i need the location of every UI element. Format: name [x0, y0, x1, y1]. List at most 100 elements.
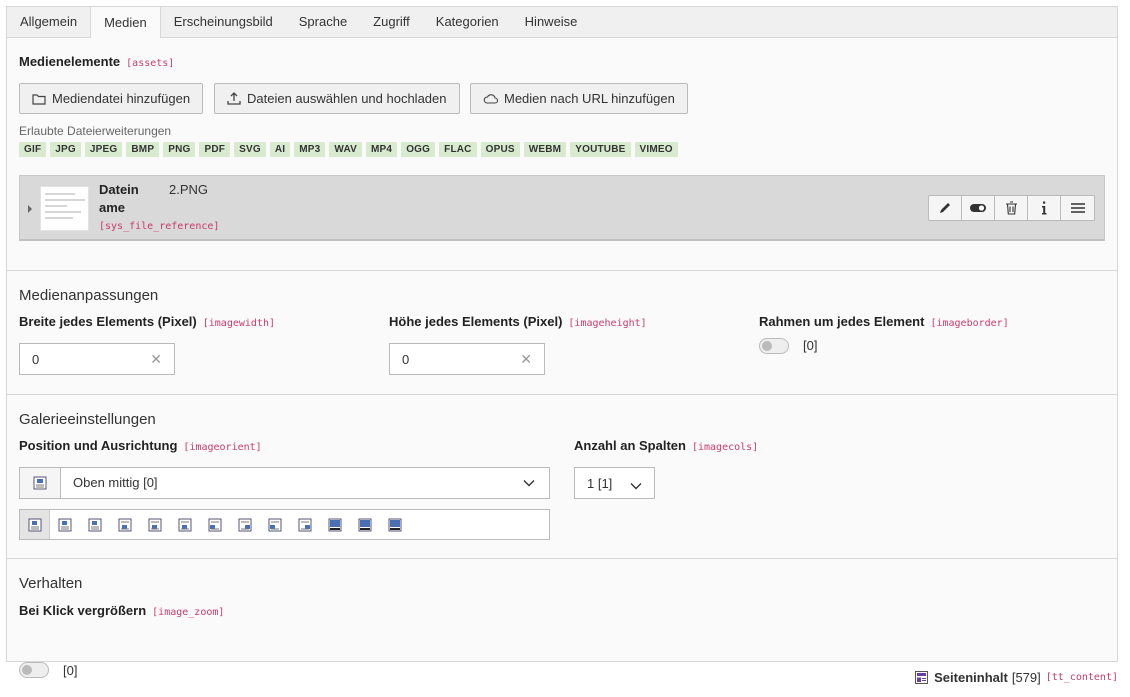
file-name-label-line1: Datein	[99, 182, 139, 197]
border-toggle-value: [0]	[803, 338, 818, 353]
gallery-settings-title: Galerieeinstellungen	[19, 411, 156, 428]
width-field-key: [imagewidth]	[202, 318, 275, 329]
toggle-visibility-button[interactable]	[962, 196, 995, 220]
zoom-label-text: Bei Klick vergrößern	[19, 603, 147, 618]
columns-field-key: [imagecols]	[691, 442, 759, 453]
position-option-icon[interactable]	[110, 510, 140, 539]
extension-badge: PNG	[163, 142, 196, 157]
add-media-by-url-button-label: Medien nach URL hinzufügen	[504, 91, 675, 106]
info-button[interactable]	[1028, 196, 1061, 220]
extension-badge: MP3	[294, 142, 326, 157]
extension-badge: OPUS	[480, 142, 520, 157]
upload-files-button[interactable]: Dateien auswählen und hochladen	[214, 83, 460, 114]
edit-button[interactable]	[929, 196, 962, 220]
tab-allgemein[interactable]: Allgemein	[7, 7, 90, 37]
section-behaviour: Verhalten Bei Klick vergrößern [image_zoo…	[7, 559, 1117, 678]
file-reference-row[interactable]: Datein ame 2.PNG [sys_file_reference]	[19, 175, 1105, 241]
position-label-text: Position und Ausrichtung	[19, 438, 178, 453]
expand-caret-icon[interactable]	[28, 205, 32, 213]
file-thumbnail	[40, 186, 89, 231]
position-preview-icon	[20, 468, 61, 498]
width-label: Breite jedes Elements (Pixel) [imagewidth…	[19, 314, 275, 329]
tab-erscheinungsbild[interactable]: Erscheinungsbild	[161, 7, 286, 37]
add-media-by-url-button[interactable]: Medien nach URL hinzufügen	[470, 83, 688, 114]
position-option-icon[interactable]	[260, 510, 290, 539]
position-option-icon[interactable]	[50, 510, 80, 539]
position-label: Position und Ausrichtung [imageorient]	[19, 438, 262, 453]
extension-badge: JPG	[50, 142, 81, 157]
chevron-down-icon	[630, 478, 642, 493]
position-option-icon[interactable]	[350, 510, 380, 539]
position-icon-picker	[19, 509, 550, 540]
width-input[interactable]: 0 ✕	[19, 343, 175, 375]
border-field-key: [imageborder]	[930, 318, 1009, 329]
tab-kategorien[interactable]: Kategorien	[423, 7, 512, 37]
position-option-icon[interactable]	[380, 510, 410, 539]
position-option-icon[interactable]	[20, 510, 50, 539]
position-option-icon[interactable]	[290, 510, 320, 539]
section-gallery-settings: Galerieeinstellungen Position und Ausric…	[7, 395, 1117, 559]
position-option-icon[interactable]	[170, 510, 200, 539]
position-option-icon[interactable]	[230, 510, 260, 539]
position-select[interactable]: Oben mittig [0]	[19, 467, 550, 499]
extension-badge: PDF	[199, 142, 231, 157]
behaviour-title: Verhalten	[19, 575, 83, 592]
media-label: Medienelemente [assets]	[19, 54, 174, 69]
columns-select-value: 1 [1]	[587, 475, 613, 491]
position-select-value: Oben mittig [0]	[73, 475, 158, 490]
extension-badge: WEBM	[523, 142, 567, 157]
zoom-toggle-value: [0]	[63, 663, 78, 678]
extension-badge: FLAC	[439, 142, 477, 157]
toggle-icon	[970, 204, 986, 212]
folder-icon	[32, 93, 46, 105]
tab-medien[interactable]: Medien	[90, 7, 161, 38]
tab-panel-medien: Medienelemente [assets] Mediendatei hinzu…	[6, 37, 1118, 678]
extension-badge: YOUTUBE	[570, 142, 631, 157]
delete-button[interactable]	[995, 196, 1028, 220]
zoom-label: Bei Klick vergrößern [image_zoom]	[19, 603, 224, 618]
height-input[interactable]: 0 ✕	[389, 343, 545, 375]
add-media-button[interactable]: Mediendatei hinzufügen	[19, 83, 204, 114]
extension-badge: BMP	[126, 142, 160, 157]
extension-badge: GIF	[19, 142, 47, 157]
upload-files-button-label: Dateien auswählen und hochladen	[247, 91, 447, 106]
file-name-value: 2.PNG	[169, 182, 209, 197]
position-option-icon[interactable]	[320, 510, 350, 539]
trash-icon	[1005, 201, 1017, 215]
extension-badge: JPEG	[84, 142, 123, 157]
tab-zugriff[interactable]: Zugriff	[360, 7, 423, 37]
zoom-field-key: [image_zoom]	[152, 607, 225, 618]
allowed-extensions-label: Erlaubte Dateierweiterungen	[19, 124, 172, 138]
tab-sprache[interactable]: Sprache	[286, 7, 360, 37]
clear-width-icon[interactable]: ✕	[150, 351, 162, 368]
pencil-icon	[940, 203, 950, 213]
columns-label: Anzahl an Spalten [imagecols]	[574, 438, 758, 453]
extension-badge: VIMEO	[634, 142, 678, 157]
position-option-icon[interactable]	[140, 510, 170, 539]
width-input-value: 0	[32, 351, 40, 367]
section-media: Medienelemente [assets] Mediendatei hinzu…	[7, 38, 1117, 271]
record-table: [tt_content]	[1045, 672, 1118, 683]
border-toggle[interactable]	[759, 338, 789, 354]
extension-badge: OGG	[401, 142, 436, 157]
drag-handle-button[interactable]	[1061, 196, 1094, 220]
media-field-key: [assets]	[126, 58, 175, 69]
border-label: Rahmen um jedes Element [imageborder]	[759, 314, 1009, 329]
clear-height-icon[interactable]: ✕	[520, 351, 532, 368]
record-type: Seiteninhalt	[934, 670, 1008, 685]
position-option-icon[interactable]	[80, 510, 110, 539]
position-field-key: [imageorient]	[183, 442, 262, 453]
extension-badge: SVG	[234, 142, 266, 157]
section-media-adjustments: Medienanpassungen Breite jedes Elements …	[7, 271, 1117, 395]
add-media-button-label: Mediendatei hinzufügen	[52, 91, 191, 106]
media-label-text: Medienelemente	[19, 54, 121, 69]
height-label: Höhe jedes Elements (Pixel) [imageheight]	[389, 314, 647, 329]
columns-select[interactable]: 1 [1]	[574, 467, 655, 499]
file-controls	[928, 195, 1095, 221]
chevron-down-icon	[509, 468, 549, 498]
position-option-icon[interactable]	[200, 510, 230, 539]
file-reference-key: [sys_file_reference]	[99, 221, 220, 232]
zoom-toggle[interactable]	[19, 662, 49, 678]
tab-hinweise[interactable]: Hinweise	[512, 7, 591, 37]
record-uid: [579]	[1011, 670, 1041, 685]
